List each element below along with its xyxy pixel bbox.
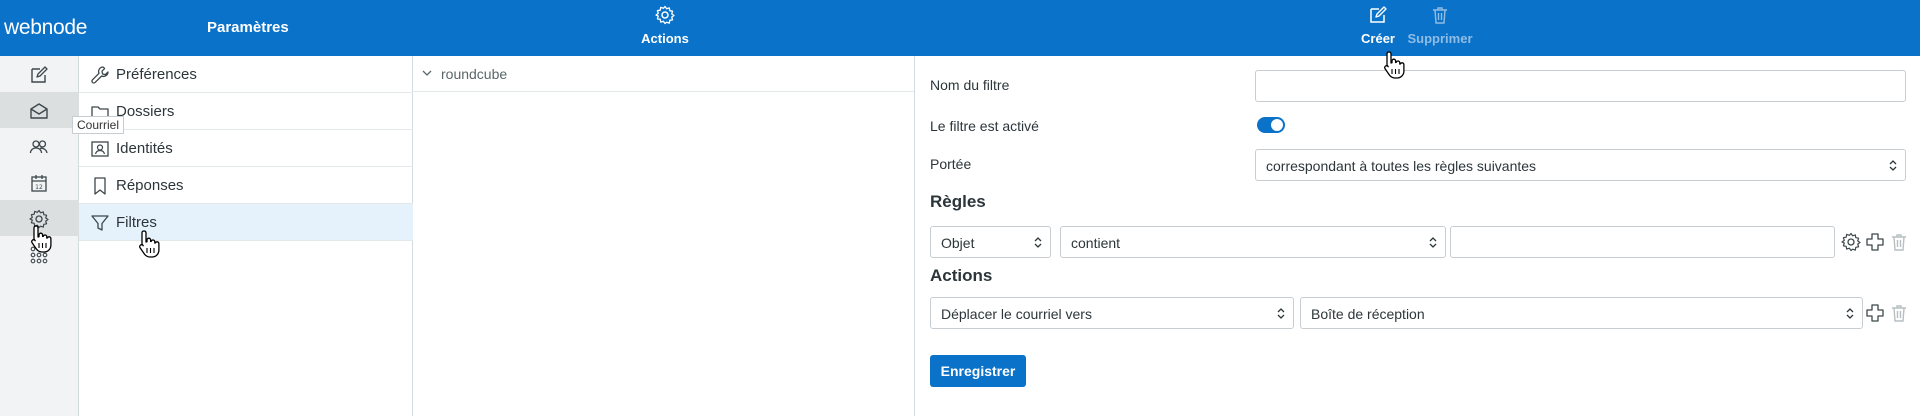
delete-button[interactable]: Supprimer xyxy=(1404,5,1476,46)
filter-name-input[interactable] xyxy=(1255,70,1906,102)
scope-select[interactable]: correspondant à toutes les règles suivan… xyxy=(1255,149,1906,181)
top-header: webnode Paramètres Actions Créer Supprim… xyxy=(0,0,1920,56)
svg-text:12: 12 xyxy=(35,184,43,191)
chevron-down-icon xyxy=(422,70,432,76)
action-delete-button[interactable] xyxy=(1889,303,1909,323)
rule-add-button[interactable] xyxy=(1865,232,1885,252)
rule-operator-value: contient xyxy=(1071,235,1121,251)
settings-item-folders[interactable]: Dossiers xyxy=(79,93,413,130)
page-title: Paramètres xyxy=(207,19,289,36)
create-icon xyxy=(1368,5,1388,25)
rules-title: Règles xyxy=(930,192,986,211)
identity-icon xyxy=(91,141,109,157)
rule-value-input[interactable] xyxy=(1450,226,1835,258)
settings-item-label: Préférences xyxy=(116,66,197,83)
settings-item-identities[interactable]: Identités xyxy=(79,130,413,167)
scope-label: Portée xyxy=(930,156,972,172)
action-target-select[interactable]: Boîte de réception xyxy=(1300,297,1863,329)
action-type-select[interactable]: Déplacer le courriel vers xyxy=(930,297,1294,329)
compose-nav[interactable] xyxy=(0,56,79,92)
save-button[interactable]: Enregistrer xyxy=(930,355,1026,387)
actions-label: Actions xyxy=(641,31,689,46)
create-button[interactable]: Créer xyxy=(1358,5,1398,46)
logo: webnode xyxy=(4,16,88,39)
action-type-value: Déplacer le courriel vers xyxy=(941,306,1092,322)
filter-set-name: roundcube xyxy=(441,66,508,82)
settings-item-label: Identités xyxy=(116,140,173,157)
scope-value: correspondant à toutes les règles suivan… xyxy=(1266,158,1537,174)
rule-delete-button[interactable] xyxy=(1889,232,1909,252)
hand-cursor-icon xyxy=(31,225,52,253)
hand-cursor-icon xyxy=(1384,51,1405,79)
trash-icon xyxy=(1430,5,1450,25)
select-arrows-icon xyxy=(1429,237,1437,248)
action-add-button[interactable] xyxy=(1865,303,1885,323)
create-label: Créer xyxy=(1361,31,1395,46)
gear-icon xyxy=(1841,232,1861,252)
settings-list: Préférences Dossiers Identités Réponses … xyxy=(79,56,413,416)
hand-cursor-icon xyxy=(139,230,160,258)
plus-icon xyxy=(1866,233,1884,251)
contacts-icon xyxy=(29,140,48,154)
select-arrows-icon xyxy=(1846,308,1854,319)
filter-enabled-toggle[interactable] xyxy=(1257,117,1285,133)
filter-edit-form: Nom du filtre Le filtre est activé Porté… xyxy=(915,56,1920,416)
rule-advanced-button[interactable] xyxy=(1841,232,1861,252)
filter-icon xyxy=(91,215,109,231)
trash-icon xyxy=(1892,305,1906,322)
rule-operator-select[interactable]: contient xyxy=(1060,226,1446,258)
filter-enabled-label: Le filtre est activé xyxy=(930,118,1039,134)
mail-icon xyxy=(30,103,48,119)
select-arrows-icon xyxy=(1277,308,1285,319)
calendar-nav[interactable]: 12 xyxy=(0,164,79,200)
mail-nav[interactable] xyxy=(0,92,79,128)
compose-icon xyxy=(31,66,48,83)
delete-label: Supprimer xyxy=(1407,31,1473,46)
filter-sets-panel: roundcube xyxy=(413,56,915,416)
actions-title: Actions xyxy=(930,266,993,285)
calendar-icon: 12 xyxy=(31,175,47,192)
rule-header-select[interactable]: Objet xyxy=(930,226,1051,258)
select-arrows-icon xyxy=(1034,237,1042,248)
settings-item-label: Dossiers xyxy=(116,103,175,120)
contacts-nav[interactable] xyxy=(0,128,79,164)
select-arrows-icon xyxy=(1889,160,1897,171)
settings-item-filters[interactable]: Filtres xyxy=(79,204,413,241)
settings-item-preferences[interactable]: Préférences xyxy=(79,56,413,93)
trash-icon xyxy=(1892,234,1906,251)
wrench-icon xyxy=(91,66,109,84)
mail-tooltip: Courriel xyxy=(72,116,125,134)
plus-icon xyxy=(1866,304,1884,322)
actions-menu-button[interactable]: Actions xyxy=(633,5,697,46)
action-target-value: Boîte de réception xyxy=(1311,306,1425,322)
rule-header-value: Objet xyxy=(941,235,975,251)
gear-icon xyxy=(655,5,675,25)
settings-item-responses[interactable]: Réponses xyxy=(79,167,413,204)
filter-set-header[interactable]: roundcube xyxy=(413,56,914,92)
filter-name-label: Nom du filtre xyxy=(930,77,1010,93)
bookmark-icon xyxy=(94,177,106,195)
settings-item-label: Réponses xyxy=(116,177,184,194)
